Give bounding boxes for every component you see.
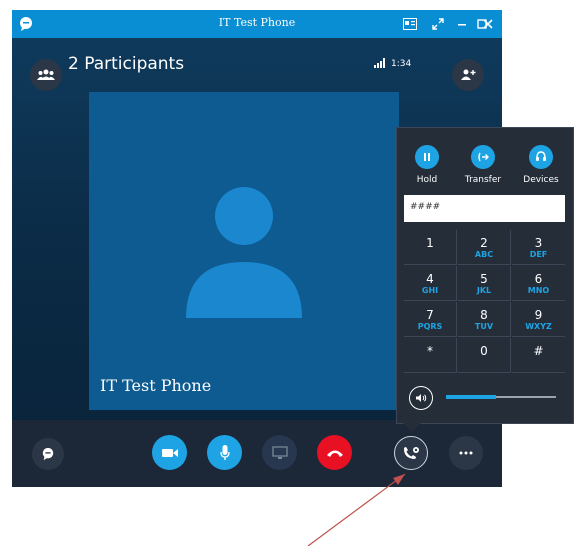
annotation-arrow [307, 473, 406, 546]
